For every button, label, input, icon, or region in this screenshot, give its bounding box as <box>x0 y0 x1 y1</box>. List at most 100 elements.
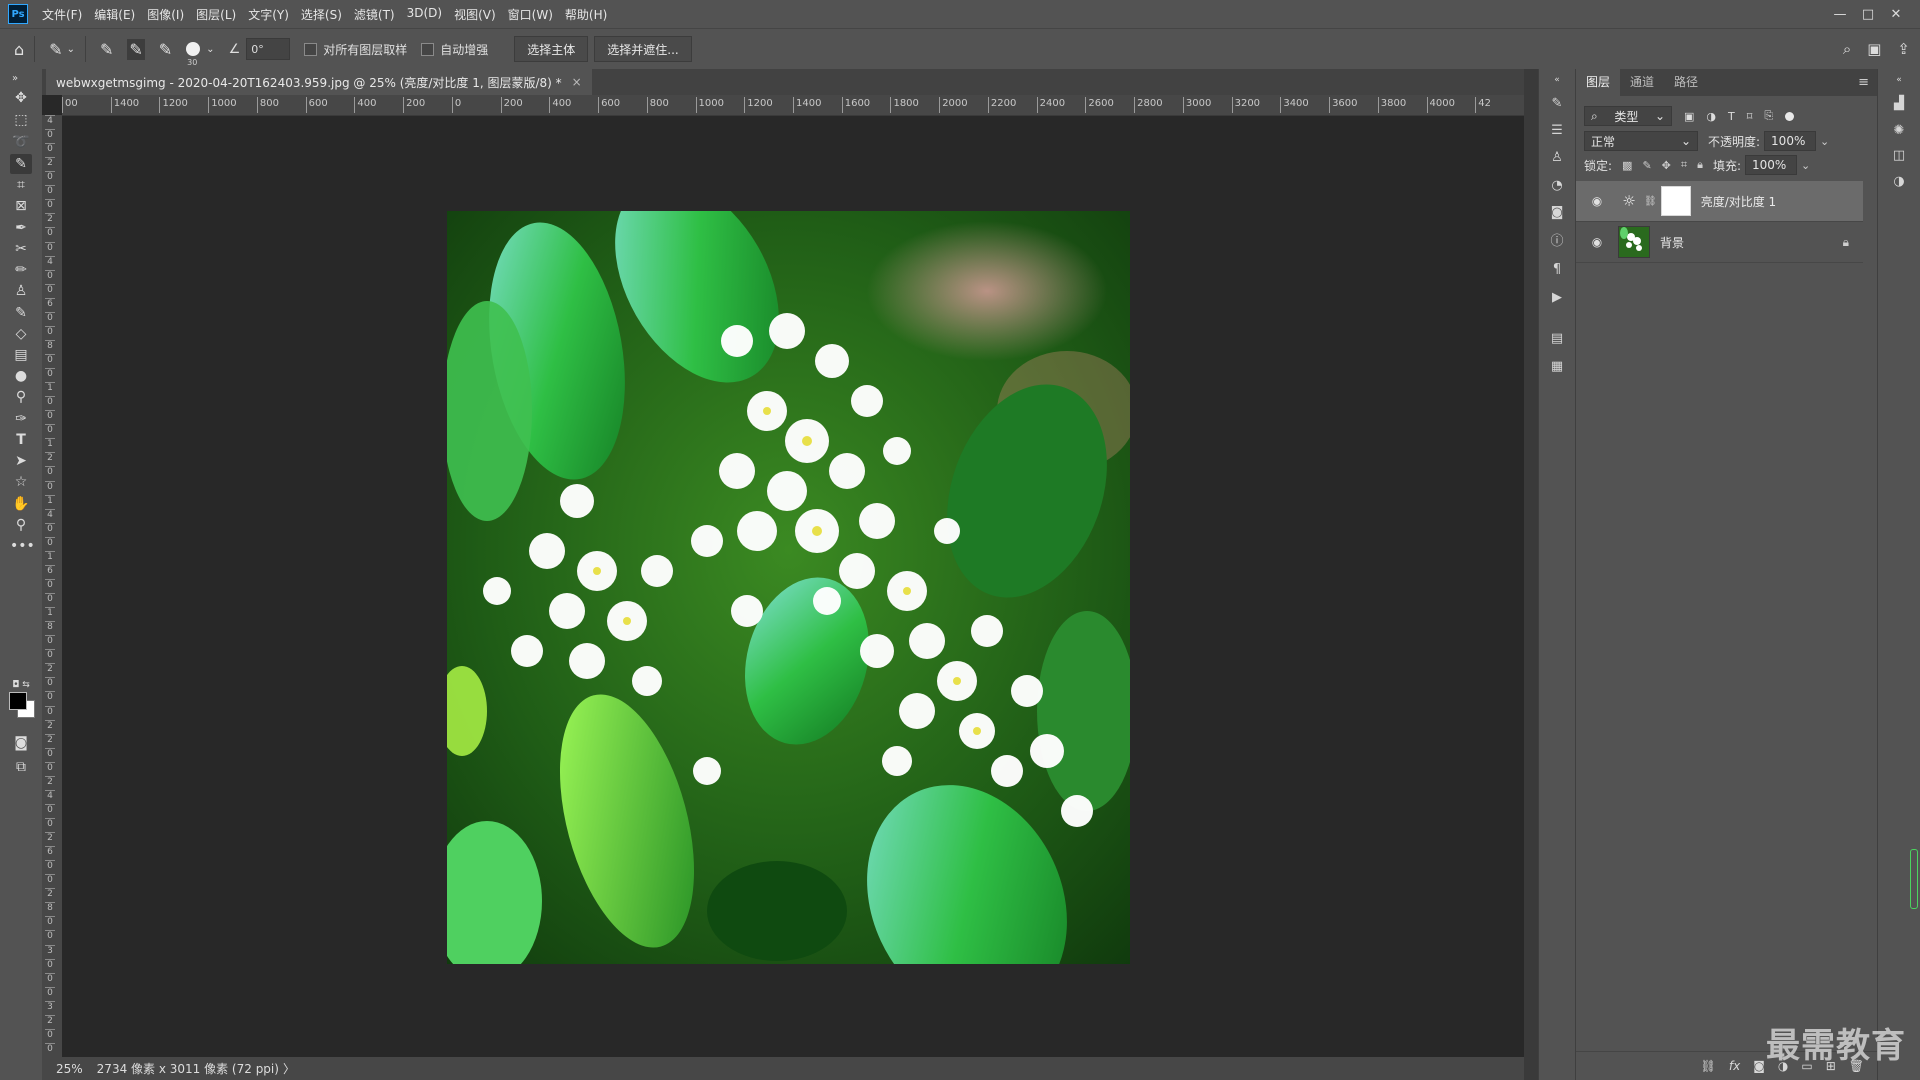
menu-filter[interactable]: 滤镜(T) <box>354 6 395 23</box>
workspace-icon[interactable]: ▣ <box>1867 40 1881 58</box>
path-selection-tool-icon[interactable]: ➤ <box>10 451 32 471</box>
history-icon[interactable]: ◔ <box>1548 177 1566 195</box>
clone-stamp-tool-icon[interactable]: ♙ <box>10 281 32 301</box>
canvas-area[interactable] <box>62 116 1524 1057</box>
type-filter-icon[interactable]: T <box>1728 110 1735 123</box>
menu-layer[interactable]: 图层(L) <box>196 6 236 23</box>
lock-pixels-icon[interactable]: ✎ <box>1642 159 1651 172</box>
tab-channels[interactable]: 通道 <box>1620 69 1664 96</box>
link-layers-icon[interactable]: ⛓ <box>1701 1059 1716 1073</box>
navigator-icon[interactable]: ✺ <box>1890 122 1908 140</box>
collapse-toolbar-icon[interactable]: » <box>4 69 26 89</box>
gradient-tool-icon[interactable]: ▤ <box>10 345 32 365</box>
document-image[interactable] <box>447 211 1130 964</box>
shape-filter-icon[interactable]: ⌑ <box>1747 110 1753 123</box>
foreground-color-swatch[interactable] <box>9 692 27 710</box>
eye-icon[interactable]: ◉ <box>1588 235 1606 249</box>
blend-mode-select[interactable]: 正常 ⌄ <box>1584 131 1698 151</box>
lasso-tool-icon[interactable]: ➰ <box>10 132 32 152</box>
paragraph-icon[interactable]: ¶ <box>1548 261 1566 279</box>
blur-tool-icon[interactable]: ● <box>10 366 32 386</box>
actions-icon[interactable]: ▶ <box>1548 289 1566 307</box>
menu-window[interactable]: 窗口(W) <box>508 6 553 23</box>
auto-enhance-checkbox[interactable] <box>421 42 435 56</box>
filter-type-select[interactable]: ⌕ 类型 ⌄ <box>1584 106 1672 126</box>
menu-file[interactable]: 文件(F) <box>42 6 82 23</box>
adjustments-icon[interactable]: ◑ <box>1890 173 1908 191</box>
vertical-scrollbar[interactable] <box>1524 69 1538 1080</box>
opacity-input[interactable]: 100% <box>1764 131 1817 151</box>
menu-3d[interactable]: 3D(D) <box>407 6 442 23</box>
histogram-icon[interactable]: ▟ <box>1890 95 1908 113</box>
quick-selection-preset-icon[interactable]: ✎ <box>49 40 62 59</box>
notes-icon[interactable]: ▦ <box>1548 358 1566 376</box>
home-icon[interactable]: ⌂ <box>14 40 24 59</box>
share-icon[interactable]: ⇪ <box>1897 40 1910 58</box>
lock-transparent-icon[interactable]: ▩ <box>1622 159 1632 172</box>
menu-type[interactable]: 文字(Y) <box>248 6 289 23</box>
menu-edit[interactable]: 编辑(E) <box>94 6 135 23</box>
chevron-down-icon[interactable]: ⌄ <box>1801 159 1810 172</box>
brush-size-picker[interactable]: 30 <box>186 42 201 67</box>
chevron-down-icon[interactable]: ⌄ <box>1820 135 1829 148</box>
document-tab[interactable]: webwxgetmsgimg - 2020-04-20T162403.959.j… <box>46 69 592 95</box>
search-icon[interactable]: ⌕ <box>1843 40 1851 58</box>
layer-mask-thumbnail[interactable] <box>1660 186 1691 216</box>
lock-position-icon[interactable]: ✥ <box>1662 159 1671 172</box>
libraries-icon[interactable]: ▤ <box>1548 330 1566 348</box>
menu-select[interactable]: 选择(S) <box>301 6 342 23</box>
quick-mask-icon[interactable]: ◙ <box>10 733 32 753</box>
lock-artboard-icon[interactable]: ⌗ <box>1681 158 1687 172</box>
pen-tool-icon[interactable]: ✑ <box>10 409 32 429</box>
sample-all-layers-checkbox[interactable] <box>304 42 318 56</box>
layer-row-background[interactable]: ◉ 背景 🔒︎ <box>1576 222 1863 263</box>
adjustment-filter-icon[interactable]: ◑ <box>1706 110 1716 123</box>
filter-toggle[interactable] <box>1785 111 1795 121</box>
info-icon[interactable]: ⓘ <box>1548 233 1566 251</box>
dodge-tool-icon[interactable]: ⚲ <box>10 387 32 407</box>
close-tab-icon[interactable]: × <box>572 75 582 89</box>
menu-help[interactable]: 帮助(H) <box>565 6 607 23</box>
smart-object-filter-icon[interactable]: ⎘ <box>1764 109 1773 123</box>
menu-image[interactable]: 图像(I) <box>147 6 184 23</box>
shape-tool-icon[interactable]: ☆ <box>10 472 32 492</box>
eyedropper-tool-icon[interactable]: ✒ <box>10 218 32 238</box>
link-chain-icon[interactable]: ⛓ <box>1644 196 1657 207</box>
color-icon[interactable]: ◙ <box>1548 204 1566 222</box>
frame-tool-icon[interactable]: ⊠ <box>10 196 32 216</box>
chevron-down-icon[interactable]: ⌄ <box>67 44 75 55</box>
add-mask-icon[interactable]: ◙ <box>1753 1059 1765 1073</box>
healing-brush-tool-icon[interactable]: ✂ <box>10 239 32 259</box>
menu-view[interactable]: 视图(V) <box>454 6 496 23</box>
fill-input[interactable]: 100% <box>1745 155 1797 175</box>
properties-icon[interactable]: ☰ <box>1548 122 1566 140</box>
lock-icon[interactable]: 🔒︎ <box>1843 235 1849 250</box>
select-subject-button[interactable]: 选择主体 <box>514 36 589 62</box>
chevron-down-icon[interactable]: ⌄ <box>206 44 214 55</box>
panel-menu-icon[interactable]: ≡ <box>1858 75 1869 90</box>
fx-icon[interactable]: fx <box>1729 1059 1740 1073</box>
angle-input[interactable]: 0° <box>246 38 291 60</box>
move-tool-icon[interactable]: ✥ <box>10 88 32 108</box>
tab-paths[interactable]: 路径 <box>1664 69 1708 96</box>
close-window-button[interactable]: ✕ <box>1882 7 1910 22</box>
layer-row-brightness-contrast[interactable]: ◉ ☼ ⛓ 亮度/对比度 1 <box>1576 181 1863 222</box>
pixel-filter-icon[interactable]: ▣ <box>1684 110 1694 123</box>
clone-source-icon[interactable]: ♙ <box>1548 149 1566 167</box>
eye-icon[interactable]: ◉ <box>1588 194 1606 208</box>
new-selection-icon[interactable]: ✎ <box>100 40 113 59</box>
minimize-button[interactable]: — <box>1826 7 1854 22</box>
type-tool-icon[interactable]: T <box>10 430 32 450</box>
history-brush-tool-icon[interactable]: ✎ <box>10 303 32 323</box>
zoom-level[interactable]: 25% <box>56 1062 83 1076</box>
quick-selection-tool-icon[interactable]: ✎ <box>10 154 32 174</box>
crop-tool-icon[interactable]: ⌗ <box>10 175 32 195</box>
marquee-tool-icon[interactable]: ⬚ <box>10 110 32 130</box>
subtract-selection-icon[interactable]: ✎ <box>159 40 172 59</box>
lock-all-icon[interactable]: 🔒︎ <box>1697 158 1703 172</box>
more-tools-icon[interactable]: ••• <box>10 536 35 556</box>
maximize-button[interactable]: □ <box>1854 7 1882 22</box>
screen-mode-icon[interactable]: ⧉ <box>10 757 32 777</box>
brush-settings-icon[interactable]: ✎ <box>1548 95 1566 113</box>
status-menu-arrow-icon[interactable]: 〉 <box>283 1060 295 1077</box>
